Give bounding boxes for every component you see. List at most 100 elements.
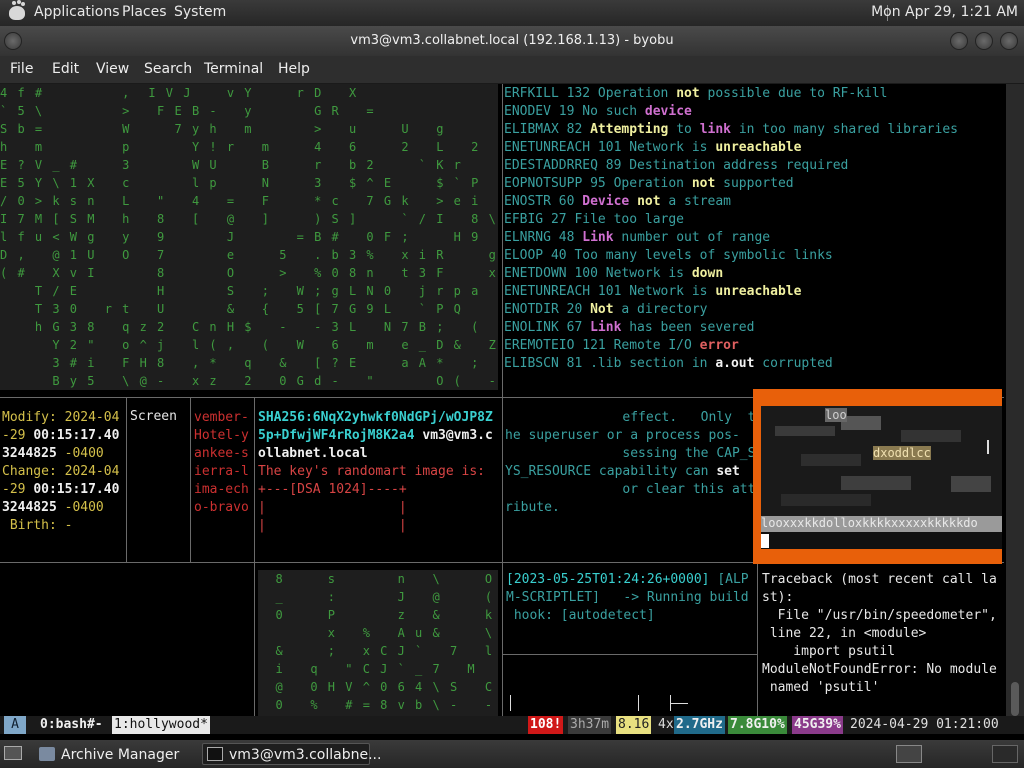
- matrix-line: T / E H S ; W ; g L N 0 j r p a ": [0, 284, 498, 298]
- traceback-line: ModuleNotFoundError: No module: [762, 662, 997, 677]
- matrix-line: 4 f # , I V J v Y r D X: [0, 86, 358, 100]
- stat-line-segment: -0400: [56, 446, 104, 461]
- workspace-switcher-2[interactable]: [992, 745, 1018, 763]
- man-line: he superuser or a process pos-: [505, 427, 755, 445]
- matrix-line: E ? V _ # 3 W U B r b 2 ` K r: [0, 158, 463, 172]
- pane-separator-v-main: [502, 84, 503, 716]
- clock[interactable]: Mon Apr 29, 1:21 AM: [871, 4, 1018, 20]
- errno-line: ELIBMAX 82 Attempting to link in too man…: [504, 121, 1004, 139]
- errno-line-segment: ENODEV 19 No such: [504, 104, 645, 119]
- window-menu-icon[interactable]: [4, 32, 22, 50]
- errno-line: ENETDOWN 100 Network is down: [504, 265, 1004, 283]
- errno-line-segment: ENETDOWN 100 Network is: [504, 266, 692, 281]
- errno-line-segment: EDESTADDRREQ 89 Destination address requ…: [504, 158, 849, 173]
- man-line: or clear this att: [505, 481, 755, 499]
- block-cursor: [761, 534, 769, 548]
- log-line-segment: hook: [autodetect]: [506, 608, 655, 623]
- stat-line-segment: 00:15:17.40: [33, 482, 120, 497]
- errno-line-segment: ELNRNG 48: [504, 230, 583, 245]
- stat-line-segment: -0400: [56, 500, 104, 515]
- menu-file[interactable]: File: [10, 61, 33, 77]
- matrix-line: ( # X v I 8 O > % 0 8 n t 3 F x: [0, 266, 498, 280]
- man-line-segment: sessing the CAP_S: [505, 446, 755, 461]
- errno-line: ERFKILL 132 Operation not possible due t…: [504, 85, 1004, 103]
- matrix-line: E 5 Y \ 1 X c l p N 3 $ ^ E $ ` P: [0, 176, 480, 190]
- show-desktop-icon[interactable]: [4, 746, 22, 760]
- task-archive-manager[interactable]: Archive Manager: [34, 743, 198, 765]
- places-menu[interactable]: Places: [122, 4, 167, 20]
- traceback-pane: Traceback (most recent call la st): File …: [762, 571, 1004, 715]
- traceback-line: import psutil: [762, 644, 896, 659]
- errno-line: ENETUNREACH 101 Network is unreachable: [504, 139, 1004, 157]
- errno-line-segment: unreachable: [715, 140, 802, 155]
- errno-line: ENODEV 19 No such device: [504, 103, 1004, 121]
- session-badge[interactable]: A: [4, 716, 26, 734]
- terminal-area[interactable]: 4 f # , I V J v Y r D X ` 5 \ > F E B - y…: [0, 84, 1024, 740]
- menu-view[interactable]: View: [96, 61, 129, 77]
- bottom-taskbar: Archive Manager vm3@vm3.collabne...: [0, 740, 1024, 768]
- byobu-status-bar: A 0:bash#- 1:hollywood* 108! 3h37m 8.16 …: [0, 716, 1024, 734]
- system-menu[interactable]: System: [174, 4, 226, 20]
- applications-menu[interactable]: Applications: [34, 4, 120, 20]
- errno-line-segment: ELIBSCN 81 .lib section in: [504, 356, 716, 371]
- ssh-line-segment: SHA256:6NqX2yhwkf0NdGPj/wOJP8Z: [258, 410, 493, 425]
- window-titlebar[interactable]: vm3@vm3.collabnet.local (192.168.1.13) -…: [0, 26, 1024, 56]
- stat-line: 3244825 -0400: [2, 499, 126, 517]
- stat-line-segment: Birth: -: [2, 518, 73, 533]
- errno-line-segment: ENETUNREACH 101 Network is: [504, 140, 716, 155]
- close-icon[interactable]: [1000, 32, 1018, 50]
- errno-line-segment: not: [691, 176, 716, 191]
- man-line: sessing the CAP_S: [505, 445, 755, 463]
- maximize-icon[interactable]: [975, 32, 993, 50]
- window-tab-0[interactable]: 0:bash#-: [38, 716, 105, 734]
- errno-line-segment: has been severed: [621, 320, 755, 335]
- ssh-line-segment: ollabnet.local: [258, 446, 368, 461]
- errno-line-segment: ELOOP 40 Too many levels of symbolic lin…: [504, 248, 833, 263]
- matrix-line: ` 5 \ > F E B - y G R =: [0, 104, 376, 118]
- cursor-pane: [508, 693, 758, 715]
- errno-line-segment: [629, 194, 637, 209]
- pane-separator-v3: [254, 397, 255, 716]
- menu-edit[interactable]: Edit: [52, 61, 79, 77]
- errno-line-segment: ENOSTR 60: [504, 194, 583, 209]
- minimize-icon[interactable]: [950, 32, 968, 50]
- menu-search[interactable]: Search: [144, 61, 192, 77]
- menu-help[interactable]: Help: [278, 61, 310, 77]
- task-terminal[interactable]: vm3@vm3.collabne...: [202, 743, 381, 765]
- nato-pane: vember- Hotel-y ankee-s ierra-l ima-ech o-bra…: [194, 409, 254, 559]
- errno-line: EREMOTEIO 121 Remote I/O error: [504, 337, 1004, 355]
- matrix-line: 3 # i F H 8 , * q & [ ? E a A * ;: [0, 356, 480, 370]
- errno-line-segment: EOPNOTSUPP 95 Operation: [504, 176, 692, 191]
- ssh-pane: SHA256:6NqX2yhwkf0NdGPj/wOJP8Z 5p+DfwjWF4…: [258, 409, 502, 559]
- window-tab-1[interactable]: 1:hollywood*: [112, 716, 210, 734]
- errno-line-segment: ENOTDIR 20: [504, 302, 591, 317]
- scrollbar-thumb[interactable]: [1011, 682, 1019, 716]
- errno-line-segment: error: [699, 338, 739, 353]
- stat-line: -29 00:15:17.40: [2, 427, 126, 445]
- screen-label: Screen: [130, 409, 177, 424]
- errno-line-segment: a stream: [660, 194, 732, 209]
- archive-manager-icon: [39, 747, 55, 761]
- matrix-line: x % A u & \ W: [327, 626, 494, 640]
- gnome-foot-icon[interactable]: [9, 1, 25, 20]
- errno-line-segment: supported: [715, 176, 794, 191]
- stat-line: Change: 2024-04: [2, 463, 126, 481]
- terminal-scrollbar[interactable]: [1006, 84, 1024, 716]
- errno-pane: ERFKILL 132 Operation not possible due t…: [504, 85, 1004, 385]
- errno-line-segment: ENETUNREACH 101 Network is: [504, 284, 716, 299]
- errno-line-segment: possible due to RF-kill: [699, 86, 888, 101]
- ssh-line-segment: 5p+DfwjWF4rRojM8K2a4: [258, 428, 415, 443]
- errno-line: ENOSTR 60 Device not a stream: [504, 193, 1004, 211]
- ascii-noise-block: [781, 494, 871, 506]
- errno-line-segment: corrupted: [754, 356, 833, 371]
- matrix-line: & ; x C J ` 7 l s: [275, 644, 494, 658]
- datetime-indicator: 2024-04-29 01:21:00: [850, 717, 999, 732]
- workspace-switcher[interactable]: [896, 745, 922, 763]
- man-line-segment: YS_RESOURCE capability can: [505, 464, 717, 479]
- pane-separator-v2: [190, 397, 191, 562]
- stat-line-segment: -29: [2, 428, 34, 443]
- box-line: [670, 703, 688, 704]
- matrix-line: 0 % # = 8 v b \ - - 6: [275, 698, 494, 712]
- menu-terminal[interactable]: Terminal: [204, 61, 263, 77]
- errno-line: EFBIG 27 File too large: [504, 211, 1004, 229]
